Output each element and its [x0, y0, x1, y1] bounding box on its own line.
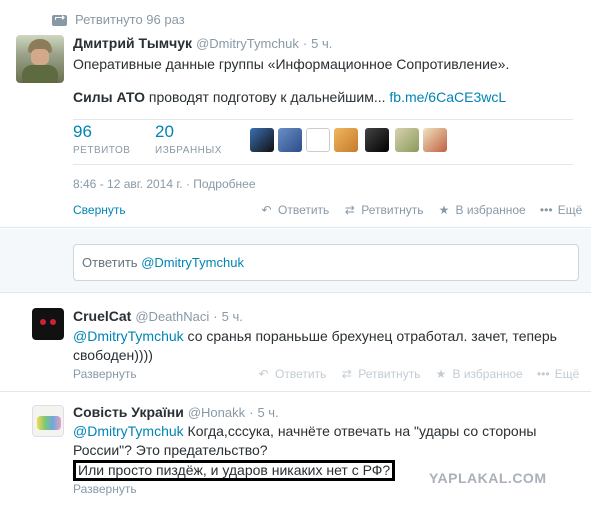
- retweets-count: 96: [73, 122, 92, 141]
- favoriter-avatar[interactable]: [365, 128, 389, 152]
- reply-mention: @DmitryTymchuk: [141, 255, 244, 270]
- favorite-button[interactable]: ★ В избранное: [435, 367, 523, 381]
- reply-mention[interactable]: @DmitryTymchuk: [73, 423, 184, 439]
- favoriter-avatar[interactable]: [278, 128, 302, 152]
- tweet-text-bold: Силы АТО: [73, 89, 145, 105]
- retweet-button[interactable]: ⇄ Ретвитнуть: [340, 367, 421, 381]
- reply-label: Ответить: [275, 367, 327, 381]
- retweet-icon: [52, 14, 67, 26]
- more-button[interactable]: ••• Ещё: [536, 367, 580, 381]
- author-handle[interactable]: @DmitryTymchuk: [196, 36, 299, 51]
- retweet-icon: ⇄: [341, 367, 352, 381]
- favorite-label: В избранное: [455, 203, 526, 217]
- main-tweet: Ретвитнуто 96 раз Дмитрий Тымчук @Dmitry…: [0, 0, 591, 228]
- retweeted-label: Ретвитнуто 96 раз: [75, 12, 185, 27]
- retweets-label: РЕТВИТОВ: [73, 145, 131, 156]
- reply-tweet: CruelCat @DeathNaci · 5 ч. @DmitryTymchu…: [0, 294, 591, 392]
- tweet-time[interactable]: 5 ч.: [311, 36, 332, 51]
- favorites-label: ИЗБРАННЫХ: [155, 145, 222, 156]
- tweet-header: Совість України @Honakk · 5 ч.: [73, 404, 279, 420]
- author-handle[interactable]: @Honakk: [188, 405, 245, 420]
- reply-button[interactable]: ↶ Ответить: [257, 367, 326, 381]
- tweet-actions: ↶ Ответить ⇄ Ретвитнуть ★ В избранное ••• Ещ…: [243, 367, 579, 381]
- tweet-header: CruelCat @DeathNaci · 5 ч.: [73, 308, 243, 324]
- avatar[interactable]: [32, 405, 64, 437]
- tweet-header: Дмитрий Тымчук @DmitryTymchuk · 5 ч.: [73, 35, 333, 51]
- retweets-stat[interactable]: 96 РЕТВИТОВ: [73, 122, 130, 156]
- favorite-star-icon: ★: [435, 367, 447, 381]
- favorites-count: 20: [155, 122, 174, 141]
- reply-text: @DmitryTymchuk со сранья поранььше бреху…: [73, 327, 573, 365]
- favoriter-avatar[interactable]: [306, 128, 330, 152]
- avatar[interactable]: [32, 308, 64, 340]
- favorites-stat[interactable]: 20 ИЗБРАННЫХ: [155, 122, 222, 156]
- tweet-datetime[interactable]: 8:46 - 12 авг. 2014 г. · Подробнее: [73, 177, 256, 191]
- favorite-label: В избранное: [452, 367, 523, 381]
- retweet-label: Ретвитнуть: [358, 367, 421, 381]
- favoriter-avatar[interactable]: [395, 128, 419, 152]
- favoriter-avatar[interactable]: [423, 128, 447, 152]
- highlighted-text: Или просто пиздёж, и ударов никаких нет …: [73, 460, 396, 481]
- watermark: YAPLAKAL.COM: [429, 470, 547, 486]
- collapse-link[interactable]: Свернуть: [73, 203, 126, 217]
- tweet-text-line2: Силы АТО проводят подготову к дальнейшим…: [73, 89, 506, 105]
- tweet-text-rest: проводят подготову к дальнейшим...: [144, 89, 390, 105]
- favoriter-avatar[interactable]: [334, 128, 358, 152]
- tweet-time[interactable]: 5 ч.: [257, 405, 278, 420]
- favorite-button[interactable]: ★ В избранное: [438, 203, 526, 217]
- expand-link[interactable]: Развернуть: [73, 482, 137, 496]
- retweet-button[interactable]: ⇄ Ретвитнуть: [343, 203, 424, 217]
- more-label: Ещё: [557, 203, 583, 217]
- reply-input[interactable]: Ответить @DmitryTymchuk: [73, 244, 579, 281]
- author-handle[interactable]: @DeathNaci: [135, 309, 209, 324]
- reply-icon: ↶: [261, 203, 272, 217]
- author-name[interactable]: CruelCat: [73, 308, 131, 324]
- more-dots-icon: •••: [539, 203, 553, 217]
- reply-placeholder: Ответить: [82, 255, 142, 270]
- favoriter-avatar[interactable]: [250, 128, 274, 152]
- expand-link[interactable]: Развернуть: [73, 367, 137, 381]
- more-button[interactable]: ••• Ещё: [539, 203, 583, 217]
- tweet-link[interactable]: fb.me/6CaCE3wcL: [389, 89, 506, 105]
- retweet-label: Ретвитнуть: [361, 203, 424, 217]
- reply-label: Ответить: [278, 203, 330, 217]
- reply-icon: ↶: [258, 367, 269, 381]
- more-dots-icon: •••: [536, 367, 550, 381]
- tweet-actions: ↶ Ответить ⇄ Ретвитнуть ★ В избранное ••• Ещ…: [246, 203, 582, 217]
- author-name[interactable]: Совість України: [73, 404, 184, 420]
- reply-button[interactable]: ↶ Ответить: [260, 203, 329, 217]
- reply-mention[interactable]: @DmitryTymchuk: [73, 328, 184, 344]
- tweet-text-line1: Оперативные данные группы «Информационно…: [73, 56, 510, 72]
- retweet-icon: ⇄: [344, 203, 355, 217]
- retweeted-indicator: Ретвитнуто 96 раз: [52, 12, 185, 27]
- reply-tweet: Совість України @Honakk · 5 ч. @DmitryTy…: [0, 393, 591, 509]
- favorite-star-icon: ★: [438, 203, 450, 217]
- avatar[interactable]: [16, 35, 64, 83]
- tweet-stats: 96 РЕТВИТОВ 20 ИЗБРАННЫХ: [73, 119, 573, 165]
- tweet-time[interactable]: 5 ч.: [222, 309, 243, 324]
- reply-area: Ответить @DmitryTymchuk: [0, 229, 591, 293]
- author-name[interactable]: Дмитрий Тымчук: [73, 35, 192, 51]
- more-label: Ещё: [554, 367, 580, 381]
